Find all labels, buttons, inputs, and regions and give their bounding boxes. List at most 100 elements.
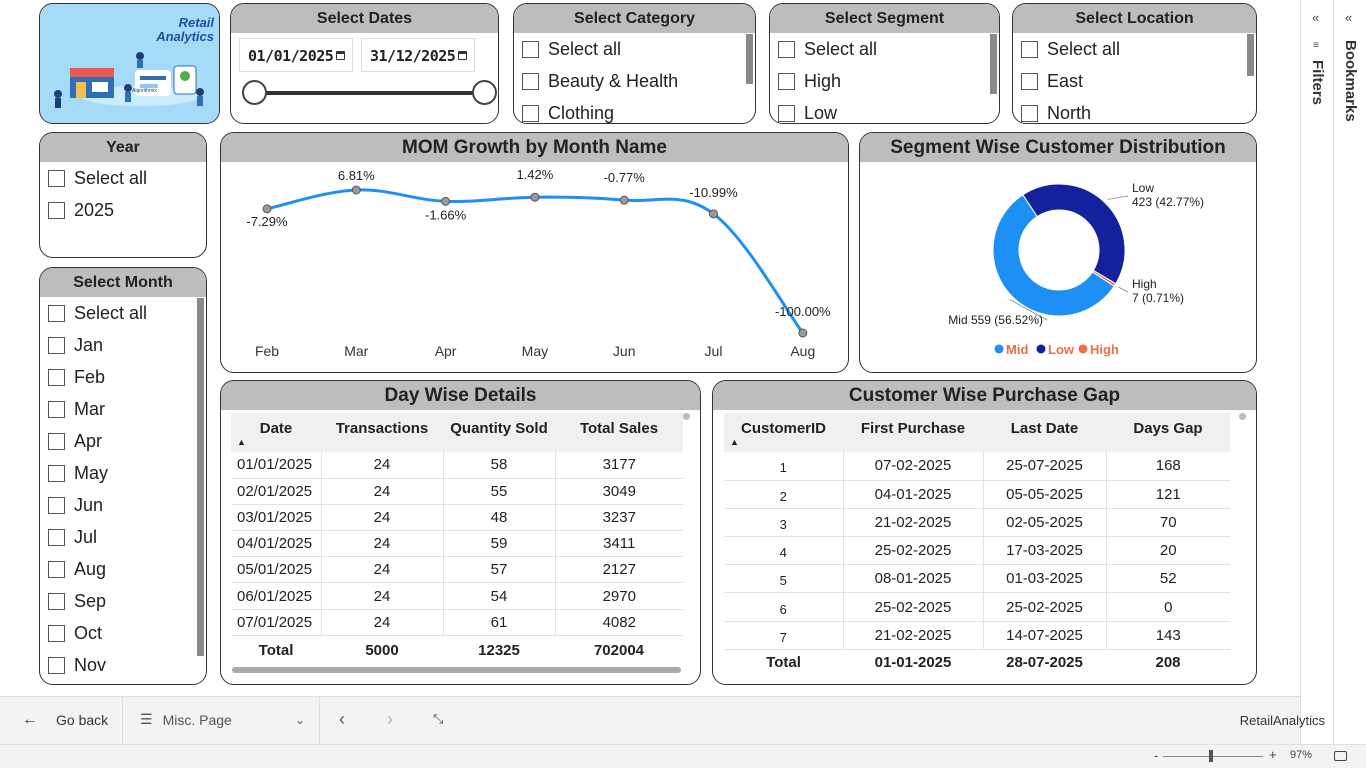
checkbox[interactable] [48,368,65,386]
checkbox[interactable] [778,72,795,90]
location-option[interactable]: North [1013,97,1256,123]
table-row[interactable]: 1 07-02-2025 25-07-2025 168 [724,452,1230,481]
col-header-date[interactable]: Date ▲ [231,413,321,452]
category-option[interactable]: Select all [514,33,755,65]
table-row[interactable]: 2 04-01-2025 05-05-2025 121 [724,480,1230,509]
location-scrollbar[interactable] [1247,34,1254,76]
bookmarks-pane[interactable]: « Bookmarks [1333,0,1366,744]
zoom-in-button[interactable]: + [1269,747,1277,762]
legend-label-high[interactable]: High [1090,342,1119,357]
data-point-aug[interactable] [798,328,808,338]
checkbox[interactable] [48,496,65,514]
checkbox[interactable] [48,336,65,354]
checkbox[interactable] [48,400,65,418]
go-back-button[interactable]: ← Go back [22,711,108,729]
location-option[interactable]: Select all [1013,33,1256,65]
checkbox[interactable] [48,656,65,674]
calendar-icon[interactable] [458,51,467,60]
checkbox[interactable] [778,104,795,122]
checkbox[interactable] [522,72,539,90]
exit-focus-icon[interactable]: ⤡ [433,711,443,727]
month-option[interactable]: Jun [40,489,206,521]
table-row[interactable]: 5 08-01-2025 01-03-2025 52 [724,564,1230,593]
sort-ascending-icon[interactable]: ▲ [730,437,739,447]
gap-table-vscroll[interactable] [1239,413,1246,420]
category-scrollbar[interactable] [746,34,753,84]
table-row[interactable]: 04/01/2025 24 59 3411 [231,530,683,557]
checkbox[interactable] [1021,104,1038,122]
day-table-hscroll[interactable] [232,667,681,673]
checkbox[interactable] [48,432,65,450]
sort-ascending-icon[interactable]: ▲ [237,437,246,447]
legend-marker-mid[interactable] [994,344,1004,354]
col-header-first-purchase[interactable]: First Purchase [843,413,983,452]
end-date-input[interactable]: 31/12/2025 [361,38,475,72]
previous-page-icon[interactable]: ‹ [339,709,345,730]
calendar-icon[interactable] [336,51,345,60]
location-option[interactable]: East [1013,65,1256,97]
col-header-days-gap[interactable]: Days Gap [1106,413,1230,452]
checkbox[interactable] [48,304,65,322]
data-point-feb[interactable] [262,204,272,214]
col-header-last-date[interactable]: Last Date [983,413,1106,452]
date-range-track[interactable] [255,91,485,95]
next-page-icon[interactable]: › [387,709,393,730]
range-end-handle[interactable] [472,80,497,105]
day-table-vscroll[interactable] [683,413,690,420]
month-option[interactable]: Jul [40,521,206,553]
checkbox[interactable] [1021,40,1038,58]
zoom-slider-handle[interactable] [1209,750,1213,762]
segment-option[interactable]: High [770,65,999,97]
month-option[interactable]: May [40,457,206,489]
bookmarks-pane-label[interactable]: Bookmarks [1342,40,1359,122]
zoom-slider-track[interactable] [1163,756,1263,757]
collapse-filters-icon[interactable]: « [1312,10,1319,25]
checkbox[interactable] [48,624,65,642]
category-option[interactable]: Clothing [514,97,755,123]
legend-label-low[interactable]: Low [1048,342,1075,357]
start-date-input[interactable]: 01/01/2025 [239,38,353,72]
checkbox[interactable] [48,592,65,610]
data-point-jul[interactable] [709,209,718,219]
month-option[interactable]: Feb [40,361,206,393]
zoom-out-button[interactable]: - [1154,748,1158,763]
table-row[interactable]: 07/01/2025 24 61 4082 [231,609,683,636]
year-option[interactable]: Select all [40,162,206,194]
month-option[interactable]: Jan [40,329,206,361]
table-row[interactable]: 4 25-02-2025 17-03-2025 20 [724,536,1230,565]
checkbox[interactable] [48,169,65,187]
data-point-may[interactable] [530,192,540,202]
month-option[interactable]: Sep [40,585,206,617]
table-row[interactable]: 6 25-02-2025 25-02-2025 0 [724,592,1230,622]
checkbox[interactable] [48,464,65,482]
segment-option[interactable]: Select all [770,33,999,65]
checkbox[interactable] [48,528,65,546]
segment-scrollbar[interactable] [990,34,997,94]
col-header-customer-id[interactable]: CustomerID ▲ [724,413,843,452]
range-start-handle[interactable] [242,80,267,105]
checkbox[interactable] [522,104,539,122]
checkbox[interactable] [1021,72,1038,90]
month-option[interactable]: Select all [40,297,206,329]
legend-marker-high[interactable] [1078,344,1088,354]
legend-marker-low[interactable] [1036,344,1046,354]
table-row[interactable]: 05/01/2025 24 57 2127 [231,556,683,583]
checkbox[interactable] [48,560,65,578]
col-header-quantity[interactable]: Quantity Sold [443,413,555,452]
table-row[interactable]: 02/01/2025 24 55 3049 [231,478,683,505]
checkbox[interactable] [778,40,795,58]
table-row[interactable]: 7 21-02-2025 14-07-2025 143 [724,621,1230,650]
data-point-apr[interactable] [441,196,451,206]
data-point-mar[interactable] [351,185,361,195]
month-option[interactable]: Oct [40,617,206,649]
filters-pane[interactable]: « ≡ Filters [1300,0,1333,744]
page-selector[interactable]: ☰ Misc. Page ⌄ [140,711,305,728]
checkbox[interactable] [522,40,539,58]
table-row[interactable]: 06/01/2025 24 54 2970 [231,582,683,610]
checkbox[interactable] [48,201,65,219]
filters-pane-label[interactable]: Filters [1309,60,1326,105]
data-point-jun[interactable] [619,195,629,205]
table-row[interactable]: 3 21-02-2025 02-05-2025 70 [724,508,1230,537]
year-option[interactable]: 2025 [40,194,206,226]
month-scrollbar[interactable] [197,298,204,656]
